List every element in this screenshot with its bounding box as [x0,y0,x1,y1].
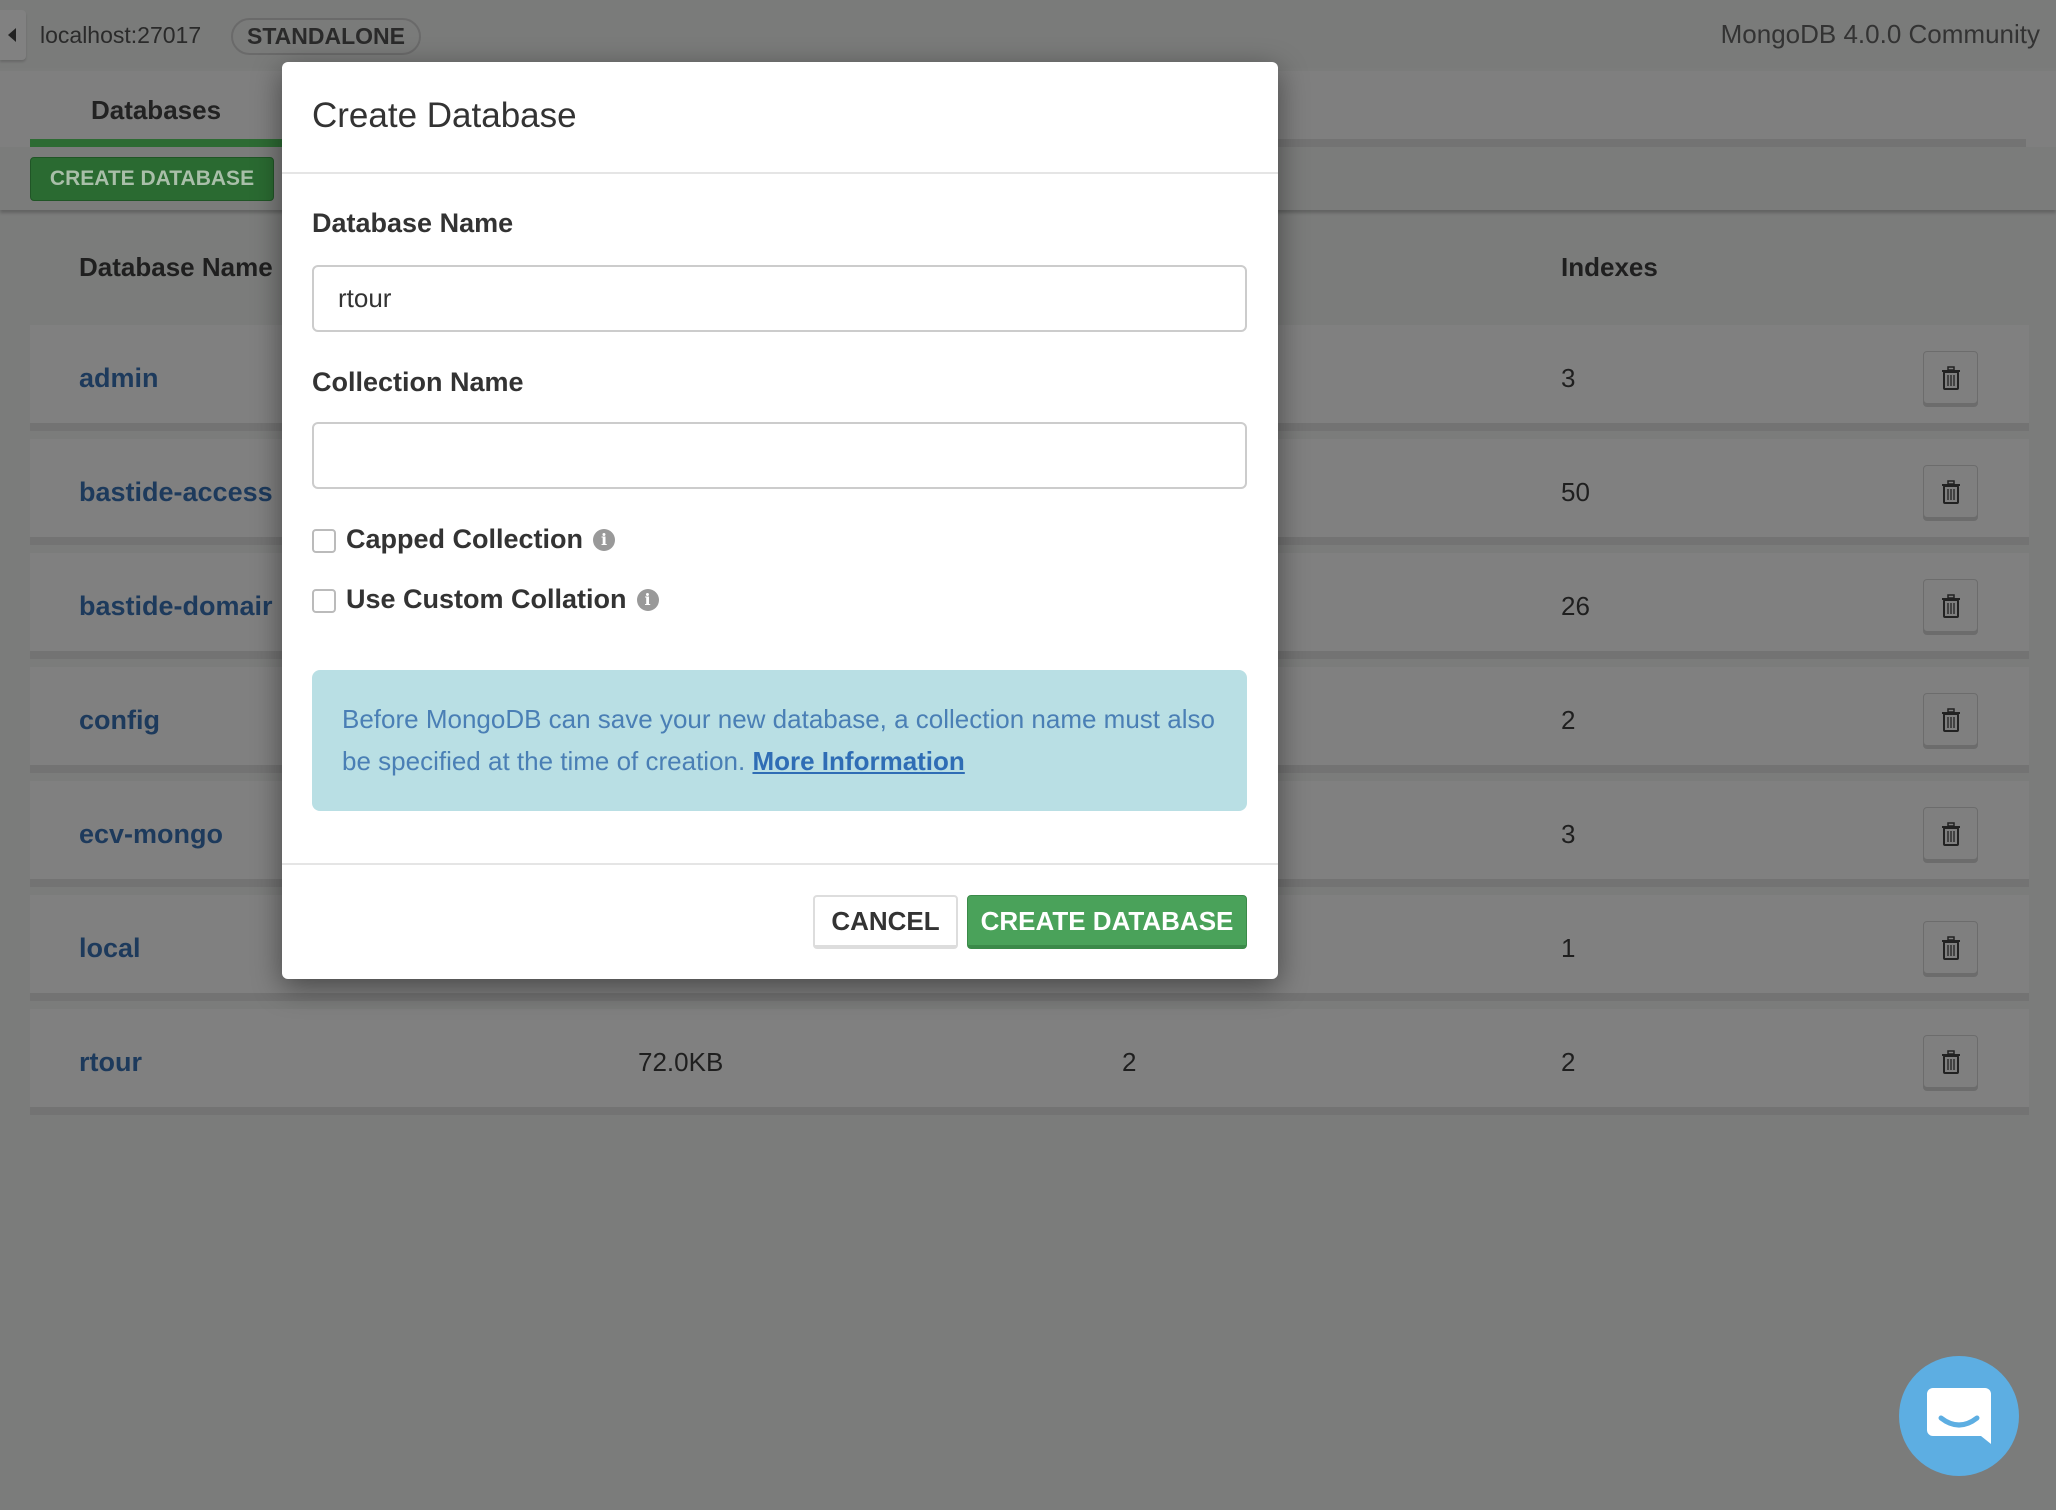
indexes-count: 50 [1561,477,1590,507]
database-name-label: Database Name [312,208,514,238]
database-name-input[interactable] [312,265,1247,332]
delete-database-button[interactable] [1923,1035,1978,1088]
custom-collation-label: Use Custom Collation [346,584,627,614]
trash-icon [1942,936,1960,960]
info-note: Before MongoDB can save your new databas… [312,670,1247,811]
indexes-count: 26 [1561,591,1590,621]
collections-count: 2 [1122,1047,1137,1077]
database-name-link[interactable]: local [79,933,141,964]
trash-icon [1942,708,1960,732]
capped-collection-checkbox[interactable] [312,529,336,553]
cancel-button[interactable]: CANCEL [813,895,958,949]
active-tab-indicator [30,139,282,147]
indexes-count: 2 [1561,705,1576,735]
collection-name-input[interactable] [312,422,1247,489]
column-header-name[interactable]: Database Name [79,252,273,283]
more-information-link[interactable]: More Information [752,746,964,776]
topology-badge: STANDALONE [231,18,421,55]
custom-collation-checkbox[interactable] [312,589,336,613]
info-icon[interactable]: i [636,588,659,611]
collection-name-label: Collection Name [312,367,524,397]
database-name-link[interactable]: rtour [79,1047,142,1078]
storage-size: 72.0KB [638,1047,724,1077]
custom-collation-row: Use Custom Collation i [346,584,659,615]
create-database-button[interactable]: CREATE DATABASE [30,157,274,201]
divider [282,172,1278,174]
delete-database-button[interactable] [1923,465,1978,518]
indexes-count: 1 [1561,933,1576,963]
version-label: MongoDB 4.0.0 Community [1720,19,2040,49]
trash-icon [1942,480,1960,504]
trash-icon [1942,594,1960,618]
tab-databases[interactable]: Databases [30,71,282,147]
trash-icon [1942,822,1960,846]
indexes-count: 2 [1561,1047,1576,1077]
trash-icon [1942,366,1960,390]
host-label: localhost:27017 [40,22,202,48]
database-name-link[interactable]: ecv-mongo [79,819,223,850]
info-icon[interactable]: i [593,528,616,551]
delete-database-button[interactable] [1923,693,1978,746]
modal-title: Create Database [312,96,577,135]
table-row: rtour 72.0KB 2 2 [30,1009,2029,1115]
database-name-link[interactable]: config [79,705,160,736]
column-header-indexes[interactable]: Indexes [1561,252,1658,283]
create-database-submit-button[interactable]: CREATE DATABASE [967,895,1247,949]
divider [282,863,1278,865]
back-caret-icon[interactable] [0,10,26,60]
trash-icon [1942,1050,1960,1074]
database-name-link[interactable]: bastide-access [79,477,273,508]
database-name-link[interactable]: bastide-domair [79,591,273,622]
create-database-modal: Create Database Database Name Collection… [282,62,1278,979]
capped-collection-row: Capped Collection i [346,524,616,555]
delete-database-button[interactable] [1923,579,1978,632]
capped-collection-label: Capped Collection [346,524,584,554]
indexes-count: 3 [1561,819,1576,849]
indexes-count: 3 [1561,363,1576,393]
delete-database-button[interactable] [1923,807,1978,860]
chat-bubble-icon[interactable] [1899,1356,2019,1476]
database-name-link[interactable]: admin [79,363,159,394]
delete-database-button[interactable] [1923,351,1978,404]
delete-database-button[interactable] [1923,921,1978,974]
